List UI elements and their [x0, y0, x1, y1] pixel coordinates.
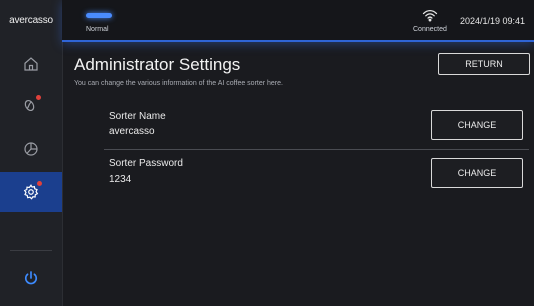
sidebar-item-statistics[interactable] [0, 129, 62, 169]
sidebar-item-home[interactable] [0, 44, 62, 84]
status-label: Normal [86, 26, 109, 33]
top-status-bar: Normal Connected 2024/1/19 09:41 [62, 0, 534, 42]
sorter-name-value: avercasso [109, 126, 155, 137]
pie-chart-icon [24, 142, 38, 156]
sorter-name-label: Sorter Name [109, 111, 166, 122]
power-button[interactable] [0, 258, 62, 298]
sidebar-item-beans[interactable] [0, 84, 62, 124]
sorter-password-label: Sorter Password [109, 158, 183, 169]
brand-logo: avercasso [9, 14, 53, 26]
change-sorter-password-button[interactable]: CHANGE [431, 158, 523, 188]
notification-dot [37, 181, 42, 186]
page-title: Administrator Settings [74, 55, 241, 74]
notification-dot [36, 95, 41, 100]
row-divider [104, 149, 529, 150]
sidebar-divider [10, 250, 52, 251]
power-icon [25, 271, 37, 285]
sidebar: avercasso [0, 0, 63, 306]
home-icon [24, 57, 38, 71]
status-indicator [86, 13, 112, 18]
datetime: 2024/1/19 09:41 [460, 16, 526, 26]
page-description: You can change the various information o… [74, 80, 283, 87]
sorter-password-value: 1234 [109, 174, 132, 185]
change-sorter-name-button[interactable]: CHANGE [431, 110, 523, 140]
sidebar-item-settings[interactable] [0, 172, 62, 212]
return-button[interactable]: RETURN [438, 53, 530, 75]
connection-label: Connected [413, 26, 447, 33]
wifi-icon [422, 9, 438, 22]
